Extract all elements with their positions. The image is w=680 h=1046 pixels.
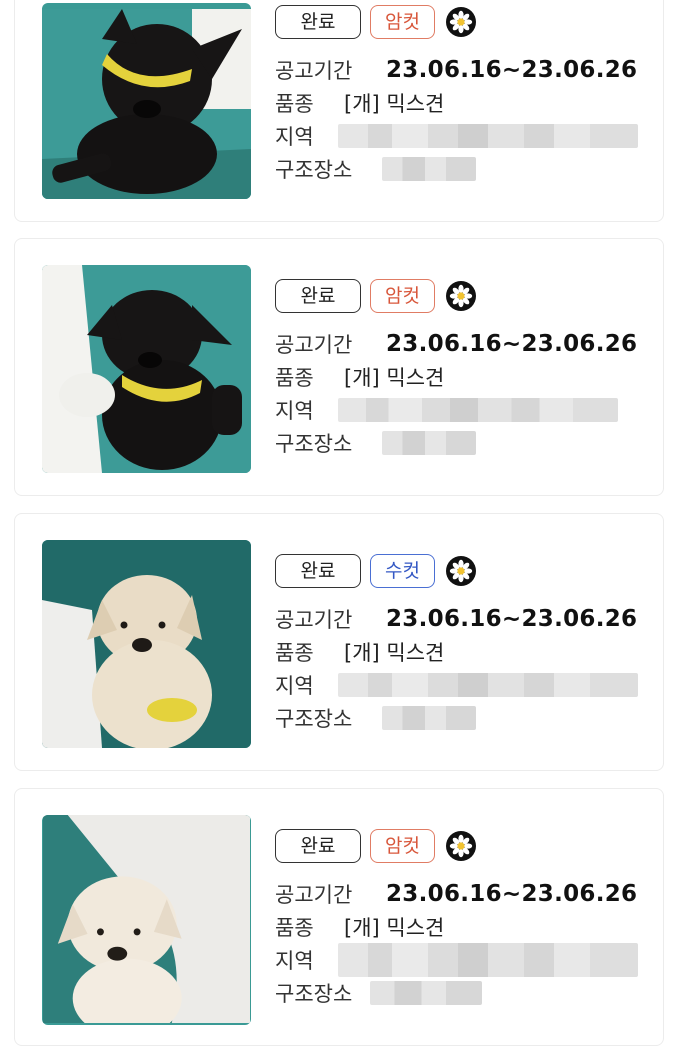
shelter-label: 구조장소 [275,981,353,1006]
shelter-row: 구조장소 [275,152,638,185]
breed-label: 품종 [275,640,314,665]
pet-card[interactable]: 완료 수컷 공고기간 23.06.16~23.06.26 품종 [개] 믹스견 … [14,513,664,771]
status-badge: 완료 [275,5,361,39]
period-label: 공고기간 [275,882,353,907]
shelter-redacted [370,980,482,1005]
region-redacted [338,672,638,697]
period-value: 23.06.16~23.06.26 [386,880,638,907]
tag-row: 완료 암컷 [275,5,476,39]
period-row: 공고기간 23.06.16~23.06.26 [275,53,638,86]
shelter-label: 구조장소 [275,157,353,182]
pet-card[interactable]: 완료 암컷 공고기간 23.06.16~23.06.26 품종 [개] 믹스견 … [14,788,664,1046]
shelter-label: 구조장소 [275,706,353,731]
period-value: 23.06.16~23.06.26 [386,605,638,632]
pet-photo[interactable] [42,540,251,748]
breed-value: [개] 믹스견 [344,365,445,390]
puppy-photo [42,265,251,473]
sex-badge: 암컷 [370,829,435,863]
period-row: 공고기간 23.06.16~23.06.26 [275,602,638,635]
region-label: 지역 [275,124,314,149]
period-label: 공고기간 [275,332,353,357]
region-label: 지역 [275,398,314,423]
pet-info: 공고기간 23.06.16~23.06.26 품종 [개] 믹스견 지역 구조장… [275,327,637,459]
pet-info: 공고기간 23.06.16~23.06.26 품종 [개] 믹스견 지역 구조장… [275,53,638,185]
breed-value: [개] 믹스견 [344,91,445,116]
pet-card[interactable]: 완료 암컷 공고기간 23.06.16~23.06.26 품종 [개] 믹스견 … [14,0,664,222]
breed-label: 품종 [275,365,314,390]
pet-photo[interactable] [42,815,251,1025]
region-label: 지역 [275,948,314,973]
shelter-redacted [382,430,476,455]
breed-row: 품종 [개] 믹스견 [275,910,638,943]
shelter-redacted [382,705,476,730]
daisy-icon [445,7,476,37]
breed-value: [개] 믹스견 [344,915,445,940]
region-redacted [338,942,638,977]
shelter-row: 구조장소 [275,426,637,459]
sex-badge: 수컷 [370,554,435,588]
shelter-row: 구조장소 [275,976,638,1009]
status-badge: 완료 [275,829,361,863]
puppy-photo [42,815,251,1023]
period-row: 공고기간 23.06.16~23.06.26 [275,877,638,910]
period-value: 23.06.16~23.06.26 [386,56,638,83]
sex-badge: 암컷 [370,5,435,39]
region-redacted [338,397,618,422]
status-badge: 완료 [275,279,361,313]
puppy-photo [42,9,251,199]
period-label: 공고기간 [275,58,353,83]
tag-row: 완료 수컷 [275,554,476,588]
breed-row: 품종 [개] 믹스견 [275,86,638,119]
daisy-icon [445,281,476,311]
region-row: 지역 [275,668,638,701]
shelter-row: 구조장소 [275,701,638,734]
region-row: 지역 [275,393,637,426]
pet-photo[interactable] [42,3,251,199]
breed-label: 품종 [275,915,314,940]
pet-photo[interactable] [42,265,251,473]
pet-info: 공고기간 23.06.16~23.06.26 품종 [개] 믹스견 지역 구조장… [275,877,638,1009]
shelter-label: 구조장소 [275,431,353,456]
tag-row: 완료 암컷 [275,829,476,863]
breed-value: [개] 믹스견 [344,640,445,665]
shelter-redacted [382,156,476,181]
tag-row: 완료 암컷 [275,279,476,313]
daisy-icon [445,556,476,586]
sex-badge: 암컷 [370,279,435,313]
period-row: 공고기간 23.06.16~23.06.26 [275,327,637,360]
period-value: 23.06.16~23.06.26 [386,330,638,357]
period-label: 공고기간 [275,607,353,632]
status-badge: 완료 [275,554,361,588]
breed-row: 품종 [개] 믹스견 [275,360,637,393]
region-redacted [338,123,638,148]
region-label: 지역 [275,673,314,698]
breed-row: 품종 [개] 믹스견 [275,635,638,668]
breed-label: 품종 [275,91,314,116]
region-row: 지역 [275,942,638,977]
pet-info: 공고기간 23.06.16~23.06.26 품종 [개] 믹스견 지역 구조장… [275,602,638,734]
daisy-icon [445,831,476,861]
pet-card[interactable]: 완료 암컷 공고기간 23.06.16~23.06.26 품종 [개] 믹스견 … [14,238,664,496]
puppy-photo [42,540,251,748]
region-row: 지역 [275,119,638,152]
